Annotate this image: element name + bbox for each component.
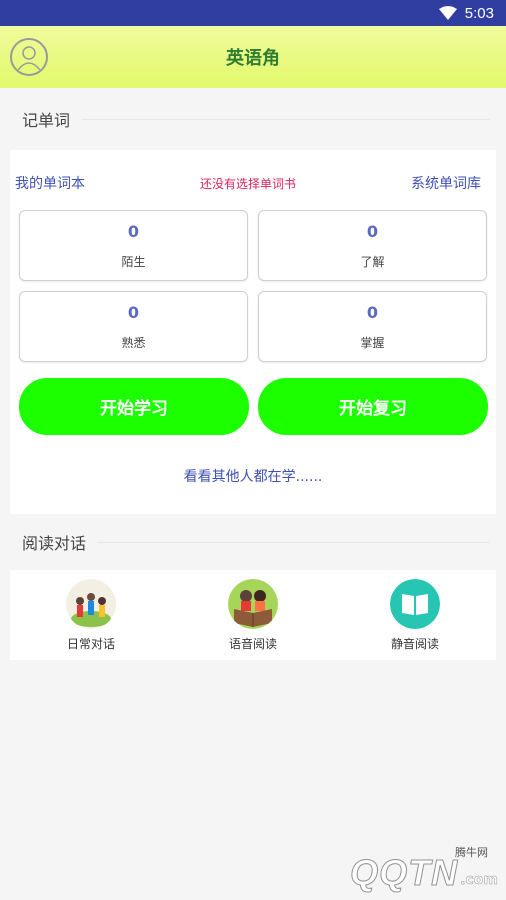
stat-mastered[interactable]: 0 掌握 bbox=[258, 291, 487, 362]
status-time: 5:03 bbox=[464, 4, 494, 22]
words-section-header: 记单词 bbox=[0, 88, 506, 150]
no-book-hint: 还没有选择单词书 bbox=[199, 176, 296, 191]
voice-reading-item[interactable]: 语音阅读 bbox=[193, 578, 313, 652]
reading-section-title: 阅读对话 bbox=[22, 534, 87, 553]
start-review-button[interactable]: 开始复习 bbox=[258, 378, 488, 435]
watermark-suffix: .com bbox=[460, 872, 498, 889]
watermark-brand: QQTN bbox=[350, 852, 459, 894]
see-others-link[interactable]: 看看其他人都在学...... bbox=[10, 466, 496, 486]
stat-familiar[interactable]: 0 熟悉 bbox=[19, 291, 248, 362]
wifi-icon bbox=[438, 6, 457, 20]
reading-card: 日常对话 语音阅读 静音阅读 bbox=[10, 570, 496, 660]
status-bar: 5:03 bbox=[0, 0, 506, 26]
wordbook-row: 我的单词本 还没有选择单词书 系统单词库 bbox=[10, 172, 496, 194]
stat-label: 陌生 bbox=[121, 254, 146, 269]
stat-label: 了解 bbox=[360, 254, 385, 269]
system-wordbook-link[interactable]: 系统单词库 bbox=[411, 173, 481, 193]
my-wordbook-link[interactable]: 我的单词本 bbox=[15, 173, 85, 193]
stat-value: 0 bbox=[366, 221, 379, 241]
avatar-icon[interactable] bbox=[10, 38, 48, 76]
reading-section-header: 阅读对话 bbox=[0, 514, 506, 570]
start-learning-button[interactable]: 开始学习 bbox=[19, 378, 249, 435]
daily-conversation-label: 日常对话 bbox=[66, 636, 115, 651]
watermark-logo: 腾牛网 QQTN .com bbox=[350, 846, 499, 894]
silent-reading-label: 静音阅读 bbox=[390, 636, 439, 651]
stat-value: 0 bbox=[366, 302, 379, 322]
silent-reading-item[interactable]: 静音阅读 bbox=[355, 578, 475, 652]
divider bbox=[98, 541, 490, 543]
voice-reading-label: 语音阅读 bbox=[228, 636, 277, 651]
silent-reading-icon bbox=[390, 578, 440, 629]
words-card: 我的单词本 还没有选择单词书 系统单词库 0 陌生 0 了解 0 熟悉 0 掌握… bbox=[10, 150, 496, 514]
stat-value: 0 bbox=[127, 221, 140, 241]
watermark-tag: 腾牛网 bbox=[455, 846, 488, 859]
daily-conversation-icon bbox=[66, 578, 116, 629]
stat-label: 熟悉 bbox=[121, 335, 146, 350]
daily-conversation-item[interactable]: 日常对话 bbox=[31, 578, 151, 652]
stat-understood[interactable]: 0 了解 bbox=[258, 210, 487, 281]
divider bbox=[82, 118, 490, 120]
action-buttons: 开始学习 开始复习 bbox=[10, 378, 496, 435]
page-title: 英语角 bbox=[226, 48, 280, 69]
stat-unfamiliar[interactable]: 0 陌生 bbox=[19, 210, 248, 281]
stats-grid: 0 陌生 0 了解 0 熟悉 0 掌握 bbox=[10, 210, 496, 362]
stat-label: 掌握 bbox=[360, 335, 385, 350]
voice-reading-icon bbox=[228, 578, 278, 629]
words-section-title: 记单词 bbox=[22, 111, 71, 130]
stat-value: 0 bbox=[127, 302, 140, 322]
app-bar: 英语角 bbox=[0, 26, 506, 88]
user-icon bbox=[17, 46, 41, 70]
